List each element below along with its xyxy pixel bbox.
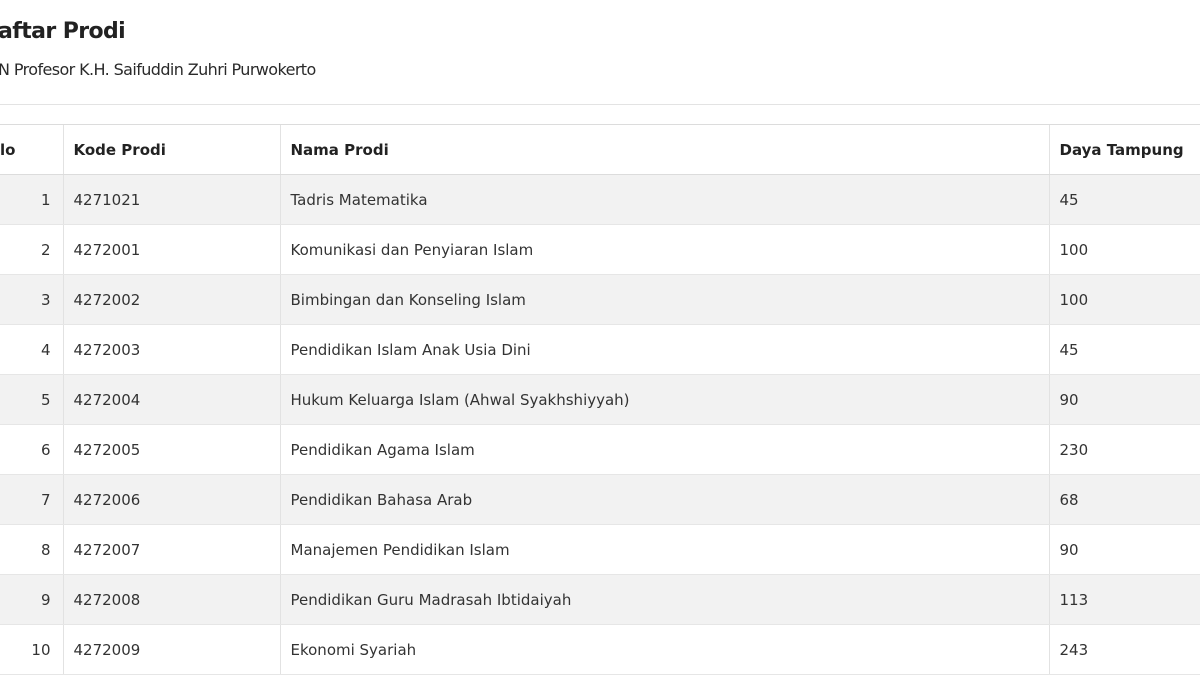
cell-nama-prodi: Komunikasi dan Penyiaran Islam (280, 224, 1050, 275)
cell-daya-tampung: 100 (1049, 274, 1200, 325)
cell-kode-prodi: 4271021 (63, 174, 281, 225)
cell-daya-tampung: 68 (1049, 474, 1200, 525)
cell-nama-prodi: Bimbingan dan Konseling Islam (280, 274, 1050, 325)
table-header-row: lo Kode Prodi Nama Prodi Daya Tampung (0, 125, 1200, 175)
table-row: 7 4272006 Pendidikan Bahasa Arab 68 (0, 474, 1200, 525)
cell-daya-tampung: 45 (1049, 324, 1200, 375)
table-row: 10 4272009 Ekonomi Syariah 243 (0, 624, 1200, 675)
cell-kode-prodi: 4272004 (63, 374, 281, 425)
cell-nama-prodi: Hukum Keluarga Islam (Ahwal Syakhshiyyah… (280, 374, 1050, 425)
cell-kode-prodi: 4272005 (63, 424, 281, 475)
cell-no: 8 (0, 524, 64, 575)
cell-kode-prodi: 4272007 (63, 524, 281, 575)
table-row: 2 4272001 Komunikasi dan Penyiaran Islam… (0, 224, 1200, 275)
cell-nama-prodi: Ekonomi Syariah (280, 624, 1050, 675)
table-row: 1 4271021 Tadris Matematika 45 (0, 174, 1200, 225)
cell-kode-prodi: 4272001 (63, 224, 281, 275)
cell-no: 7 (0, 474, 64, 525)
column-header-nama-prodi[interactable]: Nama Prodi (280, 125, 1050, 175)
column-header-no[interactable]: lo (0, 125, 64, 175)
prodi-table: lo Kode Prodi Nama Prodi Daya Tampung 1 … (0, 125, 1200, 675)
cell-no: 5 (0, 374, 64, 425)
cell-no: 6 (0, 424, 64, 475)
cell-no: 2 (0, 224, 64, 275)
prodi-table-container: lo Kode Prodi Nama Prodi Daya Tampung 1 … (0, 124, 1200, 675)
cell-daya-tampung: 113 (1049, 574, 1200, 625)
column-header-kode-prodi[interactable]: Kode Prodi (63, 125, 281, 175)
cell-nama-prodi: Pendidikan Agama Islam (280, 424, 1050, 475)
page-container: aftar Prodi N Profesor K.H. Saifuddin Zu… (0, 0, 1200, 675)
cell-no: 1 (0, 174, 64, 225)
page-title: aftar Prodi (0, 19, 126, 44)
cell-no: 9 (0, 574, 64, 625)
cell-kode-prodi: 4272008 (63, 574, 281, 625)
cell-kode-prodi: 4272009 (63, 624, 281, 675)
table-row: 6 4272005 Pendidikan Agama Islam 230 (0, 424, 1200, 475)
table-row: 4 4272003 Pendidikan Islam Anak Usia Din… (0, 324, 1200, 375)
cell-kode-prodi: 4272003 (63, 324, 281, 375)
cell-kode-prodi: 4272002 (63, 274, 281, 325)
table-body: 1 4271021 Tadris Matematika 45 2 4272001… (0, 174, 1200, 675)
cell-nama-prodi: Pendidikan Islam Anak Usia Dini (280, 324, 1050, 375)
cell-nama-prodi: Manajemen Pendidikan Islam (280, 524, 1050, 575)
cell-no: 3 (0, 274, 64, 325)
cell-daya-tampung: 90 (1049, 524, 1200, 575)
page-subtitle: N Profesor K.H. Saifuddin Zuhri Purwoker… (0, 60, 316, 79)
cell-daya-tampung: 243 (1049, 624, 1200, 675)
cell-daya-tampung: 230 (1049, 424, 1200, 475)
cell-daya-tampung: 90 (1049, 374, 1200, 425)
cell-no: 10 (0, 624, 64, 675)
cell-no: 4 (0, 324, 64, 375)
table-row: 8 4272007 Manajemen Pendidikan Islam 90 (0, 524, 1200, 575)
cell-daya-tampung: 45 (1049, 174, 1200, 225)
table-row: 9 4272008 Pendidikan Guru Madrasah Ibtid… (0, 574, 1200, 625)
table-header: lo Kode Prodi Nama Prodi Daya Tampung (0, 125, 1200, 175)
cell-daya-tampung: 100 (1049, 224, 1200, 275)
cell-kode-prodi: 4272006 (63, 474, 281, 525)
cell-nama-prodi: Pendidikan Bahasa Arab (280, 474, 1050, 525)
column-header-daya-tampung[interactable]: Daya Tampung (1049, 125, 1200, 175)
cell-nama-prodi: Tadris Matematika (280, 174, 1050, 225)
header-divider (0, 104, 1200, 105)
table-row: 5 4272004 Hukum Keluarga Islam (Ahwal Sy… (0, 374, 1200, 425)
table-row: 3 4272002 Bimbingan dan Konseling Islam … (0, 274, 1200, 325)
cell-nama-prodi: Pendidikan Guru Madrasah Ibtidaiyah (280, 574, 1050, 625)
